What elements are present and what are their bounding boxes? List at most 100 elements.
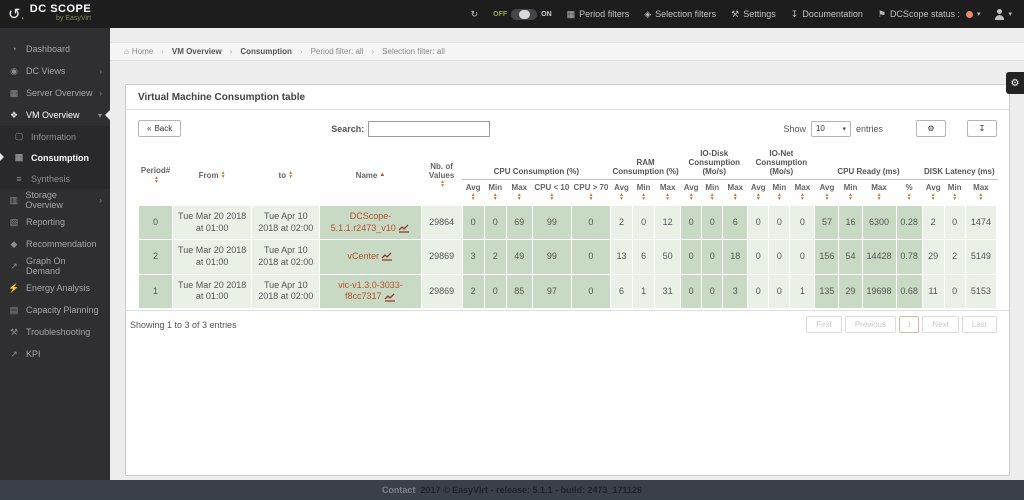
- vm-name-link[interactable]: DCScope-5.1.1.r2473_v10: [331, 211, 396, 233]
- sidebar-item-consumption[interactable]: ▦ Consumption: [0, 147, 110, 168]
- edge-settings-tab[interactable]: ⚙: [1006, 72, 1024, 94]
- sidebar-item-synthesis[interactable]: ≡ Synthesis: [0, 168, 110, 189]
- column-subheader[interactable]: Min ▲ ▼: [484, 179, 507, 206]
- sort-icon[interactable]: ▲ ▼: [221, 171, 226, 180]
- sort-icon[interactable]: ▲ ▼: [485, 193, 505, 202]
- sidebar-item-vm-overview[interactable]: ❖ VM Overview ▾: [0, 104, 110, 126]
- column-subheader[interactable]: Max ▲ ▼: [654, 179, 681, 206]
- sidebar-item-graph-on-demand[interactable]: ↗ Graph On Demand: [0, 255, 110, 277]
- sidebar-item-recommendation[interactable]: ◆ Recommendation: [0, 233, 110, 255]
- column-subheader[interactable]: Avg ▲ ▼: [922, 179, 945, 206]
- sort-icon[interactable]: ▲ ▼: [288, 171, 293, 180]
- pagination-last-button[interactable]: Last: [961, 316, 997, 334]
- sort-icon[interactable]: ▲ ▼: [897, 193, 921, 202]
- column-subheader[interactable]: Avg ▲ ▼: [610, 179, 633, 206]
- sort-icon[interactable]: ▲ ▼: [966, 193, 995, 202]
- column-subheader[interactable]: Max ▲ ▼: [789, 179, 815, 206]
- contact-link[interactable]: Contact: [382, 485, 416, 495]
- cell-cpu: 0: [483, 204, 507, 241]
- sort-icon[interactable]: ▲ ▼: [703, 193, 722, 202]
- sort-icon[interactable]: ▲ ▼: [656, 193, 680, 202]
- column-subheader[interactable]: Max ▲ ▼: [965, 179, 997, 206]
- back-button[interactable]: « Back: [138, 120, 182, 137]
- period-filters-button[interactable]: ▦ Period filters: [567, 9, 630, 20]
- refresh-icon[interactable]: ↻: [471, 9, 479, 20]
- sort-icon[interactable]: ▲ ▼: [507, 193, 531, 202]
- pagination-next-button[interactable]: Next: [922, 316, 959, 334]
- pagination-previous-button[interactable]: Previous: [844, 316, 896, 334]
- chart-line-icon[interactable]: [384, 293, 396, 302]
- column-subheader[interactable]: Avg ▲ ▼: [462, 179, 485, 206]
- dcscope-logo[interactable]: ↺. DC SCOPE by EasyVirt: [0, 0, 110, 28]
- table-settings-button[interactable]: ⚙: [916, 120, 946, 137]
- sidebar-item-server-overview[interactable]: ▦ Server Overview ›: [0, 82, 110, 104]
- breadcrumb-selection-filter[interactable]: Selection filter: all: [382, 47, 445, 56]
- column-subheader[interactable]: % ▲ ▼: [896, 179, 923, 206]
- page-size-select[interactable]: 10 ▾: [810, 120, 851, 137]
- column-subheader[interactable]: Avg ▲ ▼: [814, 179, 839, 206]
- chart-line-icon[interactable]: [398, 224, 410, 233]
- sort-icon[interactable]: ▲ ▼: [749, 193, 768, 202]
- column-header-name[interactable]: Name ▲: [319, 145, 422, 206]
- sort-asc-icon[interactable]: ▲: [379, 172, 385, 178]
- chart-line-icon[interactable]: [381, 252, 393, 261]
- sort-icon[interactable]: ▲ ▼: [440, 180, 445, 189]
- sort-icon[interactable]: ▲ ▼: [791, 193, 814, 202]
- sort-icon[interactable]: ▲ ▼: [612, 193, 632, 202]
- toggle-pill[interactable]: [511, 8, 538, 20]
- column-subheader[interactable]: Avg ▲ ▼: [680, 179, 702, 206]
- export-button[interactable]: ↧: [967, 120, 997, 137]
- column-header-period[interactable]: Period# ▲ ▼: [138, 145, 173, 206]
- sort-icon[interactable]: ▲ ▼: [863, 193, 895, 202]
- pagination-first-button[interactable]: First: [806, 316, 842, 334]
- column-subheader[interactable]: Min ▲ ▼: [768, 179, 790, 206]
- column-subheader[interactable]: Min ▲ ▼: [838, 179, 863, 206]
- column-subheader[interactable]: Min ▲ ▼: [701, 179, 723, 206]
- sidebar-item-kpi[interactable]: ↗ KPI: [0, 343, 110, 365]
- sort-icon[interactable]: ▲ ▼: [682, 193, 701, 202]
- breadcrumb-consumption[interactable]: Consumption: [240, 47, 292, 56]
- column-subheader[interactable]: Min ▲ ▼: [944, 179, 966, 206]
- column-header-from[interactable]: From ▲ ▼: [172, 145, 252, 206]
- sort-icon[interactable]: ▲ ▼: [572, 193, 609, 202]
- sort-icon[interactable]: ▲ ▼: [923, 193, 943, 202]
- sidebar-item-troubleshooting[interactable]: ⚒ Troubleshooting: [0, 321, 110, 343]
- column-subheader[interactable]: Min ▲ ▼: [632, 179, 655, 206]
- column-subheader[interactable]: Avg ▲ ▼: [747, 179, 769, 206]
- sort-icon[interactable]: ▲ ▼: [463, 193, 483, 202]
- sort-icon[interactable]: ▲ ▼: [634, 193, 654, 202]
- sidebar-item-capacity-planning[interactable]: ▤ Capacity Planning: [0, 299, 110, 321]
- pagination-current-page[interactable]: 1: [898, 316, 920, 334]
- sort-icon[interactable]: ▲ ▼: [724, 193, 747, 202]
- sidebar-item-energy-analysis[interactable]: ⚡ Energy Analysis: [0, 277, 110, 299]
- sidebar-item-reporting[interactable]: ▧ Reporting: [0, 211, 110, 233]
- sidebar-item-dc-views[interactable]: ◉ DC Views ›: [0, 60, 110, 82]
- auto-refresh-toggle[interactable]: OFF ON: [493, 8, 552, 20]
- sidebar-item-dashboard[interactable]: ◔ Dashboard: [0, 38, 110, 60]
- documentation-button[interactable]: ↧ Documentation: [791, 9, 863, 20]
- sort-icon[interactable]: ▲ ▼: [840, 193, 861, 202]
- settings-button[interactable]: ⚒ Settings: [731, 9, 776, 20]
- sort-icon[interactable]: ▲ ▼: [945, 193, 964, 202]
- sort-icon[interactable]: ▲ ▼: [816, 193, 838, 202]
- column-subheader[interactable]: CPU > 70 ▲ ▼: [571, 179, 611, 206]
- sort-icon[interactable]: ▲ ▼: [154, 175, 159, 184]
- selection-filters-button[interactable]: ◈ Selection filters: [644, 9, 716, 20]
- column-header-nb[interactable]: Nb. of Values ▲ ▼: [421, 145, 463, 206]
- breadcrumb-vm-overview[interactable]: VM Overview: [172, 47, 222, 56]
- breadcrumb-home[interactable]: ⌂ Home: [124, 47, 153, 56]
- column-header-to[interactable]: to ▲ ▼: [251, 145, 320, 206]
- sort-icon[interactable]: ▲ ▼: [533, 193, 570, 202]
- column-subheader[interactable]: Max ▲ ▼: [862, 179, 897, 206]
- sidebar-item-information[interactable]: ▢ Information: [0, 126, 110, 147]
- user-menu[interactable]: ▾: [995, 8, 1012, 20]
- column-subheader[interactable]: Max ▲ ▼: [506, 179, 533, 206]
- vm-name-link[interactable]: vCenter: [347, 251, 379, 261]
- search-input[interactable]: [368, 120, 491, 137]
- column-subheader[interactable]: Max ▲ ▼: [722, 179, 748, 206]
- sidebar-item-storage-overview[interactable]: ▥ Storage Overview ›: [0, 189, 110, 211]
- dcscope-status-menu[interactable]: ⚑ DCScope status : ▾: [878, 9, 981, 20]
- sort-icon[interactable]: ▲ ▼: [770, 193, 789, 202]
- column-subheader[interactable]: CPU < 10 ▲ ▼: [532, 179, 572, 206]
- breadcrumb-period-filter[interactable]: Period filter: all: [311, 47, 364, 56]
